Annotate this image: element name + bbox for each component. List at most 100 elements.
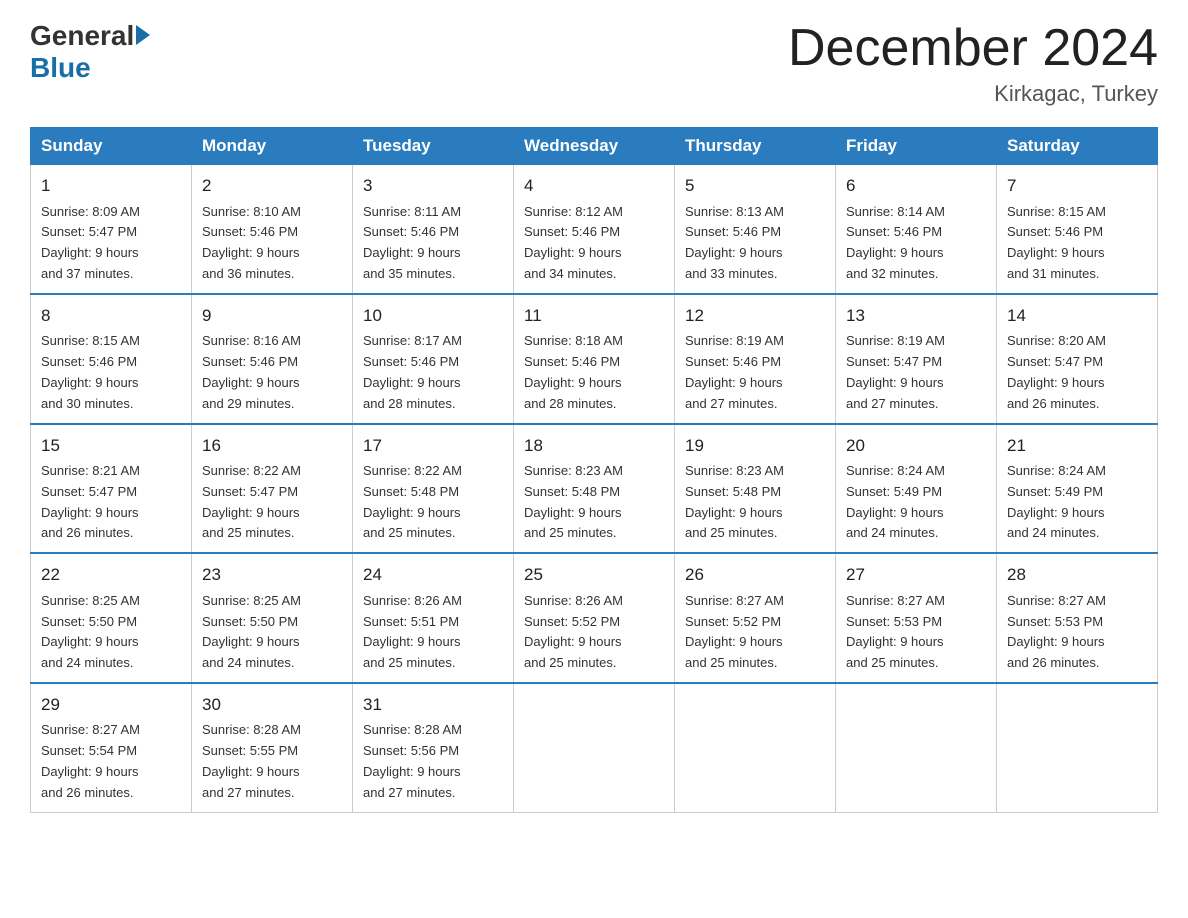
table-row (514, 683, 675, 812)
table-row: 18Sunrise: 8:23 AMSunset: 5:48 PMDayligh… (514, 424, 675, 554)
month-title: December 2024 (788, 20, 1158, 77)
day-number: 17 (363, 433, 503, 459)
table-row: 14Sunrise: 8:20 AMSunset: 5:47 PMDayligh… (997, 294, 1158, 424)
day-info: Sunrise: 8:23 AMSunset: 5:48 PMDaylight:… (685, 461, 825, 544)
col-tuesday: Tuesday (353, 128, 514, 165)
day-number: 10 (363, 303, 503, 329)
day-number: 25 (524, 562, 664, 588)
day-number: 12 (685, 303, 825, 329)
location: Kirkagac, Turkey (788, 81, 1158, 107)
table-row: 21Sunrise: 8:24 AMSunset: 5:49 PMDayligh… (997, 424, 1158, 554)
day-info: Sunrise: 8:27 AMSunset: 5:54 PMDaylight:… (41, 720, 181, 803)
table-row: 31Sunrise: 8:28 AMSunset: 5:56 PMDayligh… (353, 683, 514, 812)
day-info: Sunrise: 8:25 AMSunset: 5:50 PMDaylight:… (202, 591, 342, 674)
table-row: 28Sunrise: 8:27 AMSunset: 5:53 PMDayligh… (997, 553, 1158, 683)
day-info: Sunrise: 8:16 AMSunset: 5:46 PMDaylight:… (202, 331, 342, 414)
day-info: Sunrise: 8:15 AMSunset: 5:46 PMDaylight:… (1007, 202, 1147, 285)
table-row: 22 Sunrise: 8:25 AMSunset: 5:50 PMDayligh… (31, 553, 192, 683)
day-number: 30 (202, 692, 342, 718)
table-row: 5 Sunrise: 8:13 AMSunset: 5:46 PMDaylight… (675, 165, 836, 294)
table-row: 27 Sunrise: 8:27 AMSunset: 5:53 PMDayligh… (836, 553, 997, 683)
table-row: 13Sunrise: 8:19 AMSunset: 5:47 PMDayligh… (836, 294, 997, 424)
day-number: 13 (846, 303, 986, 329)
day-info: Sunrise: 8:28 AMSunset: 5:55 PMDaylight:… (202, 720, 342, 803)
day-info: Sunrise: 8:24 AMSunset: 5:49 PMDaylight:… (846, 461, 986, 544)
day-number: 19 (685, 433, 825, 459)
table-row: 29Sunrise: 8:27 AMSunset: 5:54 PMDayligh… (31, 683, 192, 812)
table-row: 11Sunrise: 8:18 AMSunset: 5:46 PMDayligh… (514, 294, 675, 424)
day-number: 24 (363, 562, 503, 588)
table-row: 6 Sunrise: 8:14 AMSunset: 5:46 PMDaylight… (836, 165, 997, 294)
table-row: 1Sunrise: 8:09 AMSunset: 5:47 PMDaylight… (31, 165, 192, 294)
calendar-table: Sunday Monday Tuesday Wednesday Thursday… (30, 127, 1158, 812)
day-number: 26 (685, 562, 825, 588)
table-row: 10Sunrise: 8:17 AMSunset: 5:46 PMDayligh… (353, 294, 514, 424)
day-number: 28 (1007, 562, 1147, 588)
day-info: Sunrise: 8:25 AMSunset: 5:50 PMDaylight:… (41, 591, 181, 674)
table-row: 24Sunrise: 8:26 AMSunset: 5:51 PMDayligh… (353, 553, 514, 683)
day-number: 4 (524, 173, 664, 199)
day-info: Sunrise: 8:24 AMSunset: 5:49 PMDaylight:… (1007, 461, 1147, 544)
calendar-week-row: 15Sunrise: 8:21 AMSunset: 5:47 PMDayligh… (31, 424, 1158, 554)
day-number: 21 (1007, 433, 1147, 459)
logo-blue-part (134, 27, 150, 45)
table-row: 8Sunrise: 8:15 AMSunset: 5:46 PMDaylight… (31, 294, 192, 424)
day-number: 5 (685, 173, 825, 199)
day-number: 8 (41, 303, 181, 329)
day-info: Sunrise: 8:22 AMSunset: 5:48 PMDaylight:… (363, 461, 503, 544)
day-info: Sunrise: 8:27 AMSunset: 5:53 PMDaylight:… (846, 591, 986, 674)
table-row: 16Sunrise: 8:22 AMSunset: 5:47 PMDayligh… (192, 424, 353, 554)
table-row (997, 683, 1158, 812)
col-friday: Friday (836, 128, 997, 165)
day-number: 11 (524, 303, 664, 329)
day-info: Sunrise: 8:14 AMSunset: 5:46 PMDaylight:… (846, 202, 986, 285)
page-header: General Blue December 2024 Kirkagac, Tur… (30, 20, 1158, 107)
day-number: 14 (1007, 303, 1147, 329)
day-number: 23 (202, 562, 342, 588)
calendar-week-row: 22 Sunrise: 8:25 AMSunset: 5:50 PMDayligh… (31, 553, 1158, 683)
table-row: 19Sunrise: 8:23 AMSunset: 5:48 PMDayligh… (675, 424, 836, 554)
table-row: 20Sunrise: 8:24 AMSunset: 5:49 PMDayligh… (836, 424, 997, 554)
table-row: 3Sunrise: 8:11 AMSunset: 5:46 PMDaylight… (353, 165, 514, 294)
col-saturday: Saturday (997, 128, 1158, 165)
table-row: 26 Sunrise: 8:27 AMSunset: 5:52 PMDayligh… (675, 553, 836, 683)
table-row: 4 Sunrise: 8:12 AMSunset: 5:46 PMDaylight… (514, 165, 675, 294)
day-info: Sunrise: 8:27 AMSunset: 5:52 PMDaylight:… (685, 591, 825, 674)
col-thursday: Thursday (675, 128, 836, 165)
day-info: Sunrise: 8:20 AMSunset: 5:47 PMDaylight:… (1007, 331, 1147, 414)
day-number: 22 (41, 562, 181, 588)
day-number: 27 (846, 562, 986, 588)
logo-general-text: General (30, 20, 134, 52)
table-row: 23 Sunrise: 8:25 AMSunset: 5:50 PMDayligh… (192, 553, 353, 683)
day-info: Sunrise: 8:09 AMSunset: 5:47 PMDaylight:… (41, 202, 181, 285)
table-row: 2Sunrise: 8:10 AMSunset: 5:46 PMDaylight… (192, 165, 353, 294)
day-info: Sunrise: 8:28 AMSunset: 5:56 PMDaylight:… (363, 720, 503, 803)
day-info: Sunrise: 8:23 AMSunset: 5:48 PMDaylight:… (524, 461, 664, 544)
day-info: Sunrise: 8:18 AMSunset: 5:46 PMDaylight:… (524, 331, 664, 414)
day-number: 2 (202, 173, 342, 199)
day-number: 3 (363, 173, 503, 199)
day-number: 18 (524, 433, 664, 459)
day-number: 31 (363, 692, 503, 718)
day-number: 29 (41, 692, 181, 718)
title-block: December 2024 Kirkagac, Turkey (788, 20, 1158, 107)
col-monday: Monday (192, 128, 353, 165)
logo: General Blue (30, 20, 150, 84)
table-row (836, 683, 997, 812)
logo-arrow-icon (136, 25, 150, 45)
day-info: Sunrise: 8:26 AMSunset: 5:52 PMDaylight:… (524, 591, 664, 674)
table-row: 15Sunrise: 8:21 AMSunset: 5:47 PMDayligh… (31, 424, 192, 554)
day-info: Sunrise: 8:21 AMSunset: 5:47 PMDaylight:… (41, 461, 181, 544)
day-info: Sunrise: 8:12 AMSunset: 5:46 PMDaylight:… (524, 202, 664, 285)
table-row: 7Sunrise: 8:15 AMSunset: 5:46 PMDaylight… (997, 165, 1158, 294)
table-row: 17Sunrise: 8:22 AMSunset: 5:48 PMDayligh… (353, 424, 514, 554)
calendar-week-row: 29Sunrise: 8:27 AMSunset: 5:54 PMDayligh… (31, 683, 1158, 812)
day-number: 20 (846, 433, 986, 459)
day-info: Sunrise: 8:13 AMSunset: 5:46 PMDaylight:… (685, 202, 825, 285)
table-row (675, 683, 836, 812)
day-info: Sunrise: 8:17 AMSunset: 5:46 PMDaylight:… (363, 331, 503, 414)
day-info: Sunrise: 8:22 AMSunset: 5:47 PMDaylight:… (202, 461, 342, 544)
header-row: Sunday Monday Tuesday Wednesday Thursday… (31, 128, 1158, 165)
day-number: 6 (846, 173, 986, 199)
table-row: 9Sunrise: 8:16 AMSunset: 5:46 PMDaylight… (192, 294, 353, 424)
